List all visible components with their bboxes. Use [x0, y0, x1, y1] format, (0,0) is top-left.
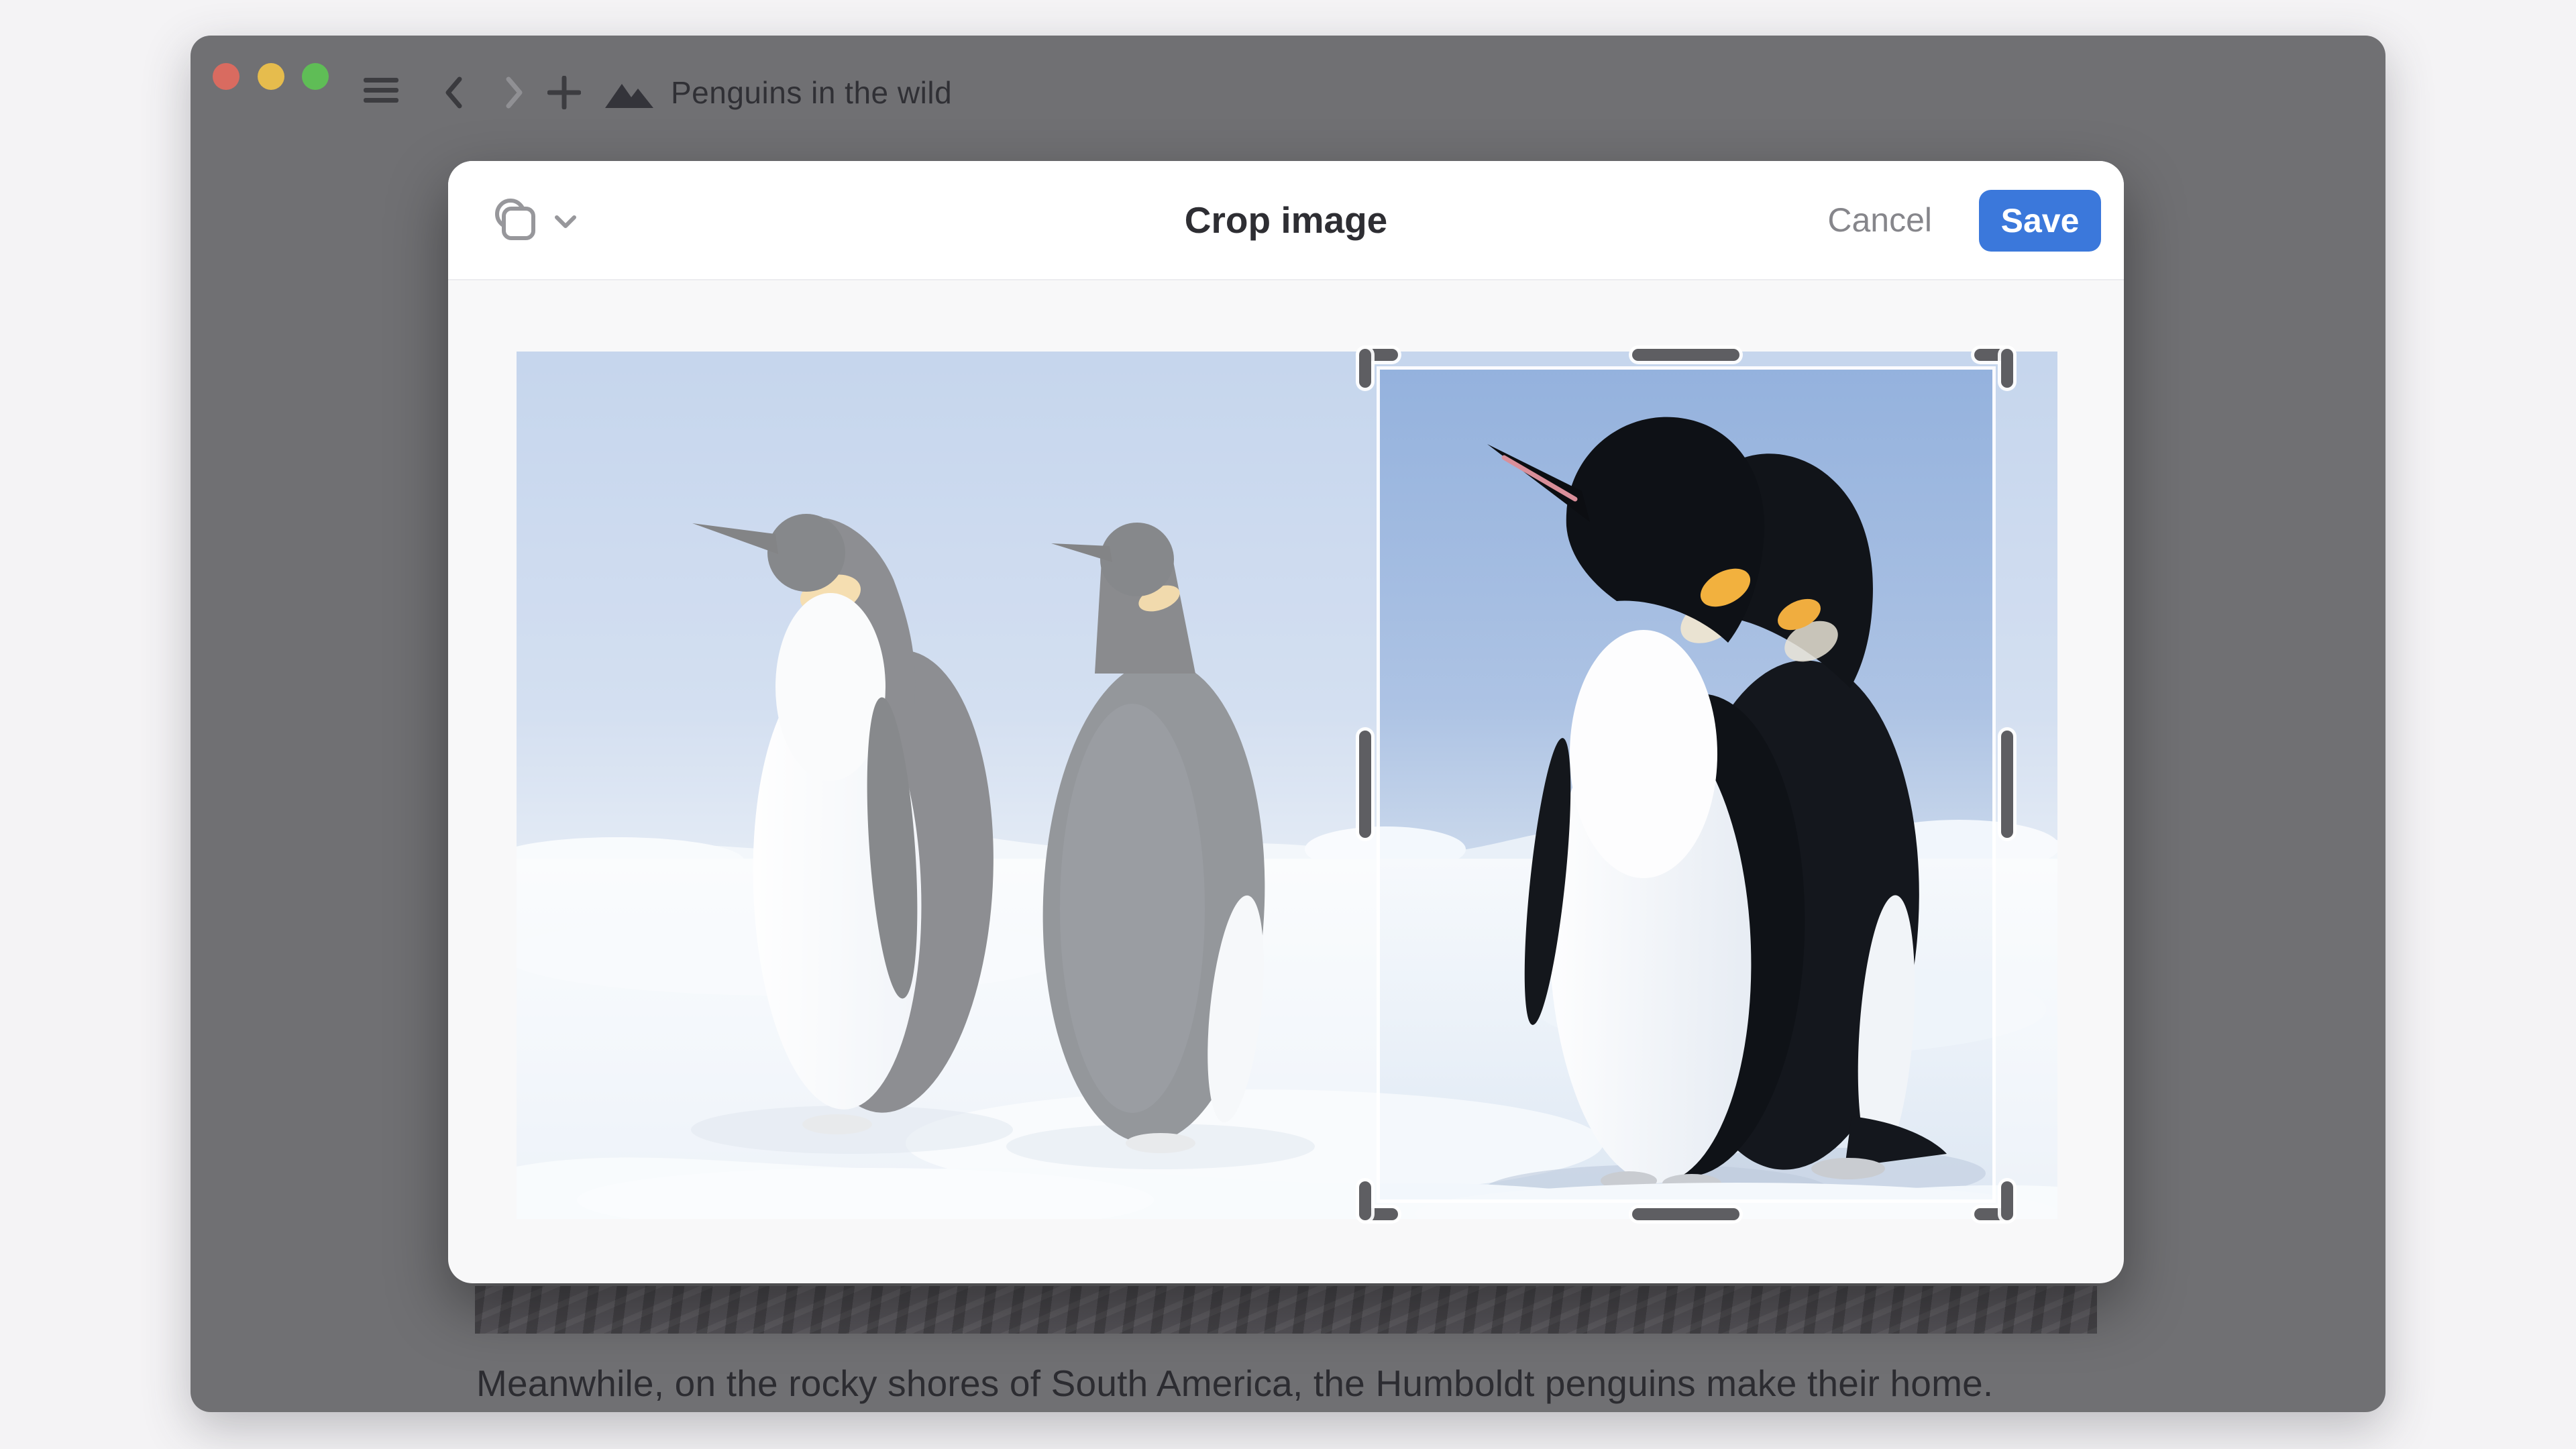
crop-handle-left[interactable]	[1359, 731, 1371, 838]
crop-handle-bottom-right[interactable]	[2001, 1181, 2013, 1220]
dialog-header: Crop image Cancel Save	[448, 161, 2124, 280]
chevron-right-icon[interactable]	[504, 76, 525, 109]
crop-image-dialog: Crop image Cancel Save	[448, 161, 2124, 1283]
dimmed-document-image	[475, 1286, 2097, 1334]
hamburger-menu-icon[interactable]	[364, 78, 398, 103]
crop-handle-right[interactable]	[2001, 731, 2013, 838]
document-caption: Meanwhile, on the rocky shores of South …	[476, 1362, 1993, 1405]
app-window: Penguins in the wild Meanwhile, on the r…	[191, 36, 2385, 1412]
crop-handle-bottom[interactable]	[1632, 1208, 1739, 1220]
crop-handle-top-right[interactable]	[2001, 349, 2013, 388]
crop-handle-top[interactable]	[1632, 349, 1739, 361]
crop-handle-bottom-left[interactable]	[1359, 1181, 1371, 1220]
cancel-button[interactable]: Cancel	[1827, 161, 1932, 279]
plus-icon[interactable]	[547, 76, 581, 109]
chevron-left-icon[interactable]	[443, 76, 464, 109]
document-title: Penguins in the wild	[671, 74, 952, 111]
crop-selection[interactable]	[1377, 366, 1996, 1203]
close-window-button[interactable]	[213, 63, 239, 90]
crop-handle-top-left[interactable]	[1359, 349, 1371, 388]
zoom-window-button[interactable]	[302, 63, 329, 90]
crop-dim-overlay-left	[517, 352, 1377, 1219]
save-button[interactable]: Save	[1979, 190, 2101, 252]
crop-photo	[517, 352, 2057, 1219]
mountain-image-icon	[604, 78, 655, 108]
minimize-window-button[interactable]	[258, 63, 284, 90]
